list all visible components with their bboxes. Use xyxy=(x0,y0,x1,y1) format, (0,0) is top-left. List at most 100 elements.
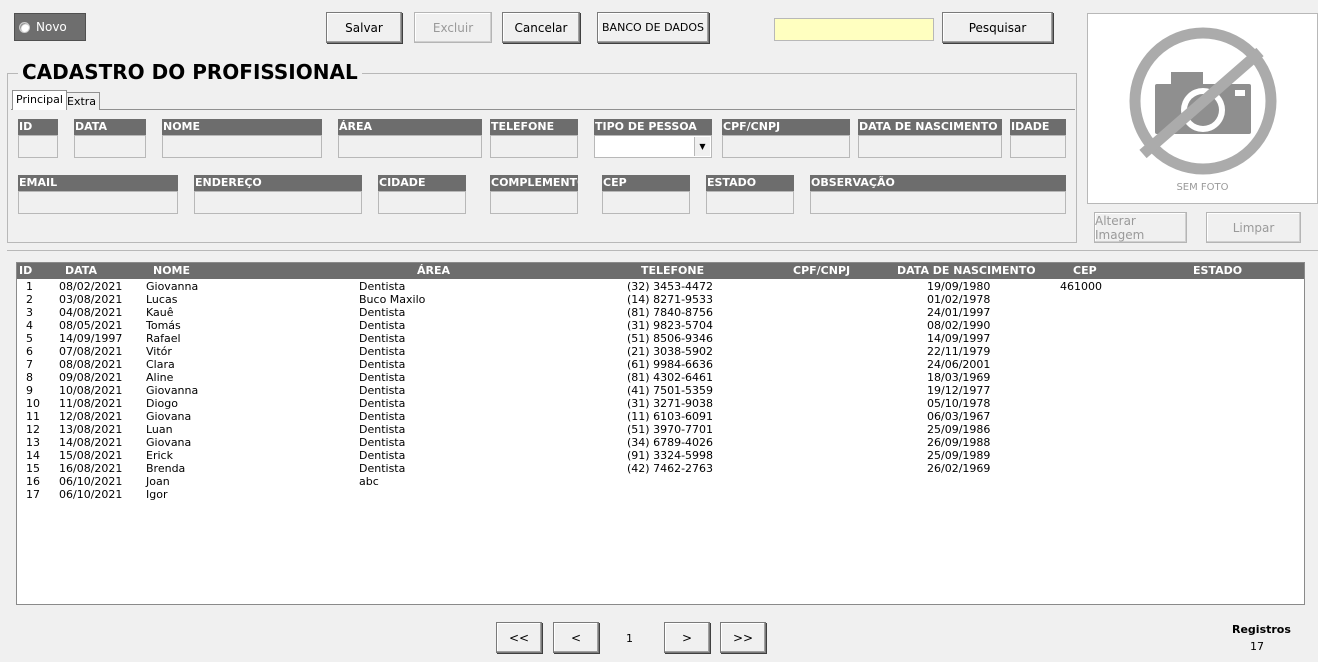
change-image-button[interactable]: Alterar Imagem xyxy=(1094,212,1187,243)
col-data: DATA xyxy=(65,264,97,277)
col-cep: CEP xyxy=(1073,264,1097,277)
col-nome: NOME xyxy=(153,264,191,277)
observacao-field[interactable] xyxy=(810,191,1066,214)
table-row[interactable]: 3 04/08/2021 Kauê Dentista (81) 7840-8756 24/… xyxy=(17,306,1304,319)
table-row[interactable]: 1 08/02/2021 Giovanna Dentista (32) 3453-447… xyxy=(17,280,1304,293)
table-row[interactable]: 13 14/08/2021 Giovana Dentista (34) 6789-402… xyxy=(17,436,1304,449)
cell-nome: Giovanna xyxy=(146,384,199,397)
table-row[interactable]: 17 06/10/2021 Igor xyxy=(17,488,1304,501)
cell-nome: Giovanna xyxy=(146,280,199,293)
cell-area: Buco Maxilo xyxy=(359,293,426,306)
cell-telefone: (61) 9984-6636 xyxy=(627,358,714,371)
endereco-field[interactable] xyxy=(194,191,362,214)
first-page-button[interactable]: << xyxy=(496,622,542,653)
tipo-pessoa-select[interactable]: ▼ xyxy=(594,135,712,158)
cpf-cnpj-field[interactable] xyxy=(722,135,850,158)
table-row[interactable]: 15 16/08/2021 Brenda Dentista (42) 7462-2763… xyxy=(17,462,1304,475)
idade-field[interactable] xyxy=(1010,135,1066,158)
telefone-field[interactable] xyxy=(490,135,578,158)
cell-data: 08/05/2021 xyxy=(59,319,123,332)
nome-label: NOME xyxy=(162,119,322,135)
cell-id: 1 xyxy=(26,280,33,293)
last-page-button[interactable]: >> xyxy=(720,622,766,653)
email-field[interactable] xyxy=(18,191,178,214)
cell-telefone: (21) 3038-5902 xyxy=(627,345,714,358)
search-button[interactable]: Pesquisar xyxy=(942,12,1053,43)
table-row[interactable]: 11 12/08/2021 Giovana Dentista (11) 6103-609… xyxy=(17,410,1304,423)
cell-data: 10/08/2021 xyxy=(59,384,123,397)
cell-nome: Igor xyxy=(146,488,168,501)
database-button[interactable]: BANCO DE DADOS xyxy=(597,12,709,43)
page-number: 1 xyxy=(626,632,633,645)
table-row[interactable]: 14 15/08/2021 Erick Dentista (91) 3324-5998 2… xyxy=(17,449,1304,462)
area-label: ÁREA xyxy=(338,119,482,135)
cell-id: 6 xyxy=(26,345,33,358)
data-nascimento-field[interactable] xyxy=(858,135,1002,158)
chevron-down-icon[interactable]: ▼ xyxy=(694,137,710,156)
cell-nome: Tomás xyxy=(146,319,181,332)
photo-frame: SEM FOTO xyxy=(1087,13,1318,204)
estado-label: ESTADO xyxy=(706,175,794,191)
cell-nome: Joan xyxy=(146,475,170,488)
data-nascimento-label: DATA DE NASCIMENTO xyxy=(858,119,1002,135)
col-cpf: CPF/CNPJ xyxy=(793,264,851,277)
table-row[interactable]: 6 07/08/2021 Vitór Dentista (21) 3038-5902 22… xyxy=(17,345,1304,358)
col-area: ÁREA xyxy=(417,264,451,277)
cell-nascimento: 22/11/1979 xyxy=(927,345,991,358)
cep-label: CEP xyxy=(602,175,690,191)
records-list[interactable]: ID DATA NOME ÁREA TELEFONE CPF/CNPJ DATA… xyxy=(16,262,1305,605)
delete-button[interactable]: Excluir xyxy=(414,12,492,43)
area-field[interactable] xyxy=(338,135,482,158)
table-row[interactable]: 16 06/10/2021 Joan abc xyxy=(17,475,1304,488)
save-button[interactable]: Salvar xyxy=(326,12,402,43)
prev-page-button[interactable]: < xyxy=(553,622,599,653)
cell-telefone: (34) 6789-4026 xyxy=(627,436,714,449)
cell-area: Dentista xyxy=(359,397,406,410)
data-field[interactable] xyxy=(74,135,146,158)
col-estado: ESTADO xyxy=(1193,264,1243,277)
table-row[interactable]: 7 08/08/2021 Clara Dentista (61) 9984-6636 24… xyxy=(17,358,1304,371)
estado-field[interactable] xyxy=(706,191,794,214)
table-row[interactable]: 9 10/08/2021 Giovanna Dentista (41) 7501-535… xyxy=(17,384,1304,397)
cell-id: 2 xyxy=(26,293,33,306)
cell-nome: Aline xyxy=(146,371,174,384)
cell-data: 12/08/2021 xyxy=(59,410,123,423)
cidade-field[interactable] xyxy=(378,191,466,214)
cell-nome: Brenda xyxy=(146,462,186,475)
cell-telefone: (14) 8271-9533 xyxy=(627,293,714,306)
cell-nome: Luan xyxy=(146,423,173,436)
telefone-label: TELEFONE xyxy=(490,119,578,135)
cell-id: 15 xyxy=(26,462,40,475)
cep-field[interactable] xyxy=(602,191,690,214)
cell-area: Dentista xyxy=(359,319,406,332)
table-row[interactable]: 10 11/08/2021 Diogo Dentista (31) 3271-9038 0… xyxy=(17,397,1304,410)
table-row[interactable]: 8 09/08/2021 Aline Dentista (81) 4302-6461 18… xyxy=(17,371,1304,384)
cell-data: 03/08/2021 xyxy=(59,293,123,306)
cancel-button[interactable]: Cancelar xyxy=(502,12,580,43)
cell-data: 11/08/2021 xyxy=(59,397,123,410)
clear-image-button[interactable]: Limpar xyxy=(1206,212,1301,243)
novo-toggle[interactable]: Novo xyxy=(14,13,86,41)
table-row[interactable]: 4 08/05/2021 Tomás Dentista (31) 9823-5704 08… xyxy=(17,319,1304,332)
table-row[interactable]: 12 13/08/2021 Luan Dentista (51) 3970-7701 25… xyxy=(17,423,1304,436)
table-row[interactable]: 2 03/08/2021 Lucas Buco Maxilo (14) 8271-953… xyxy=(17,293,1304,306)
complemento-label: COMPLEMENTO xyxy=(490,175,578,191)
id-label: ID xyxy=(18,119,58,135)
complemento-field[interactable] xyxy=(490,191,578,214)
id-field[interactable] xyxy=(18,135,58,158)
list-header: ID DATA NOME ÁREA TELEFONE CPF/CNPJ DATA… xyxy=(17,263,1304,279)
next-page-button[interactable]: > xyxy=(664,622,710,653)
observacao-label: OBSERVAÇÃO xyxy=(810,175,1066,191)
cell-nascimento: 01/02/1978 xyxy=(927,293,991,306)
cell-nome: Clara xyxy=(146,358,175,371)
nome-field[interactable] xyxy=(162,135,322,158)
cell-data: 06/10/2021 xyxy=(59,488,123,501)
cell-id: 8 xyxy=(26,371,33,384)
table-row[interactable]: 5 14/09/1997 Rafael Dentista (51) 8506-9346 1… xyxy=(17,332,1304,345)
cell-id: 13 xyxy=(26,436,40,449)
tab-extra[interactable]: Extra xyxy=(63,92,101,110)
data-label: DATA xyxy=(74,119,146,135)
search-input[interactable] xyxy=(774,18,934,41)
cell-telefone: (11) 6103-6091 xyxy=(627,410,714,423)
tab-principal[interactable]: Principal xyxy=(12,90,67,110)
